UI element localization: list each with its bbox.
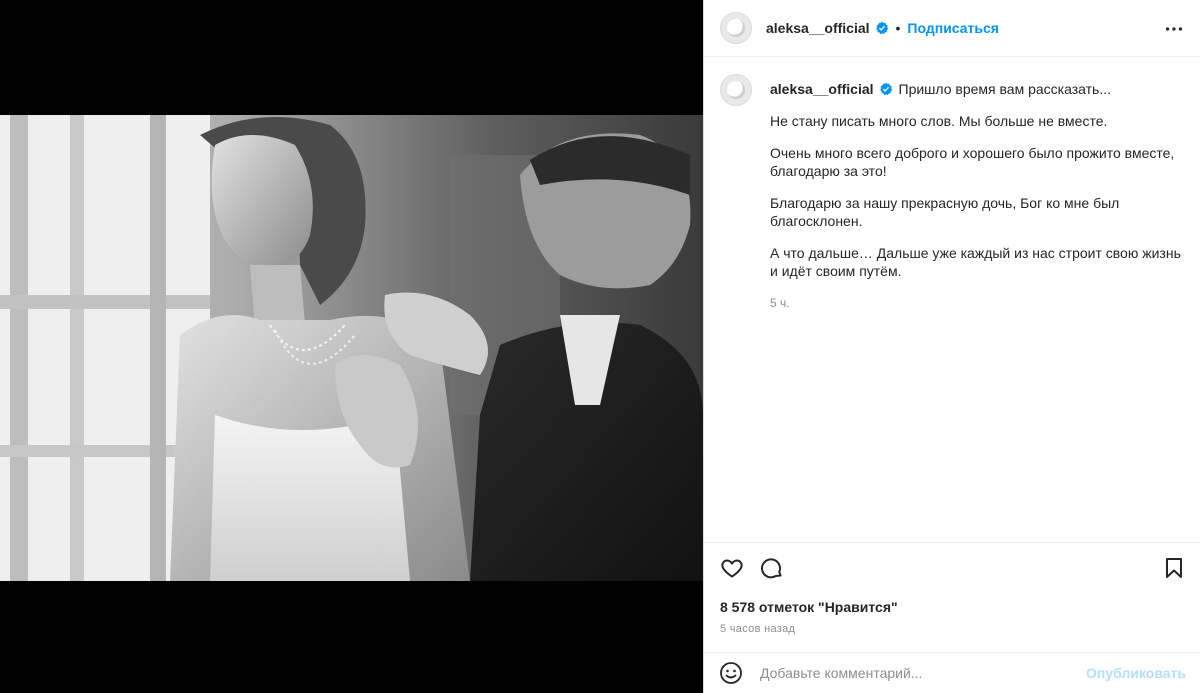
photo-illustration [0, 115, 703, 581]
caption-paragraph: Благодарю за нашу прекрасную дочь, Бог к… [770, 195, 1120, 229]
follow-button[interactable]: Подписаться [907, 20, 999, 36]
post-photo[interactable] [0, 115, 703, 581]
caption-head: aleksa__official Пришло время вам расска… [770, 80, 1184, 98]
action-section: 8 578 отметок "Нравится" 5 часов назад [704, 542, 1200, 635]
comment-bar: Опубликовать [704, 652, 1200, 693]
emoji-icon[interactable] [718, 660, 744, 686]
post-age[interactable]: 5 часов назад [704, 615, 1200, 635]
comment-icon[interactable] [752, 548, 792, 588]
post-viewer: aleksa__official • Подписаться aleksa__o… [0, 0, 1200, 693]
caption-avatar[interactable] [720, 74, 752, 106]
verified-badge-icon [879, 82, 893, 96]
caption-paragraph: Не стану писать много слов. Мы больше не… [770, 113, 1108, 129]
caption-text: aleksa__official Пришло время вам расска… [770, 74, 1184, 312]
verified-badge-icon [875, 21, 889, 35]
caption-time[interactable]: 5 ч. [770, 294, 1184, 312]
caption-paragraph: А что дальше… Дальше уже каждый из нас с… [770, 245, 1181, 279]
likes-count[interactable]: 8 578 отметок "Нравится" [704, 593, 1200, 615]
caption-section: aleksa__official Пришло время вам расска… [704, 58, 1200, 542]
media-pane [0, 0, 703, 693]
post-sidebar: aleksa__official • Подписаться aleksa__o… [703, 0, 1200, 693]
caption-username[interactable]: aleksa__official [770, 80, 874, 98]
author-avatar[interactable] [720, 12, 752, 44]
comment-input[interactable] [758, 664, 1082, 682]
caption-row: aleksa__official Пришло время вам расска… [704, 58, 1200, 312]
author-username[interactable]: aleksa__official [766, 20, 870, 36]
post-header: aleksa__official • Подписаться [704, 0, 1200, 57]
more-options-icon[interactable] [1162, 17, 1186, 41]
action-bar [704, 543, 1200, 593]
separator-dot: • [895, 20, 901, 36]
caption-first-line: Пришло время вам рассказать... [898, 81, 1112, 97]
heart-icon[interactable] [712, 548, 752, 588]
bookmark-icon[interactable] [1154, 548, 1194, 588]
publish-button[interactable]: Опубликовать [1086, 665, 1186, 681]
caption-paragraph: Очень много всего доброго и хорошего был… [770, 145, 1175, 179]
